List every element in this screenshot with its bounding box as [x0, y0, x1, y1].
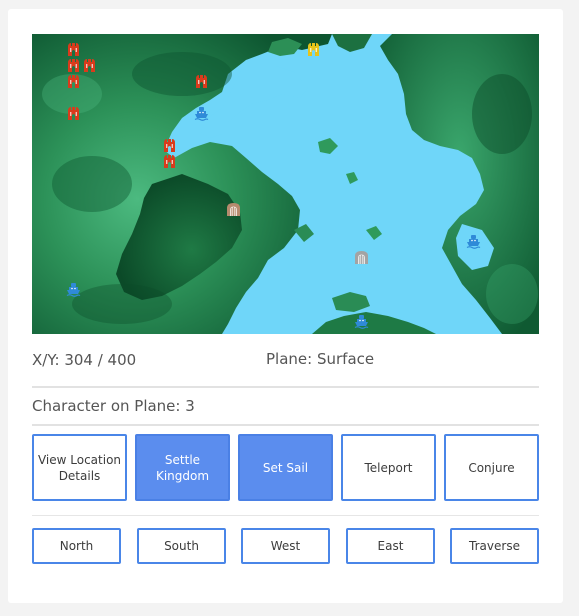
- conjure-button[interactable]: Conjure: [444, 434, 539, 501]
- yellow-castle-icon[interactable]: [306, 42, 321, 57]
- move-east-button[interactable]: East: [346, 528, 435, 564]
- map-terrain: [32, 34, 539, 334]
- game-panel: X/Y: 304 / 400 Plane: Surface Character …: [8, 9, 563, 603]
- red-castle-icon-4[interactable]: [66, 74, 81, 89]
- set-sail-button[interactable]: Set Sail: [238, 434, 333, 501]
- red-castle-icon-5[interactable]: [66, 106, 81, 121]
- move-south-button[interactable]: South: [137, 528, 226, 564]
- red-castle-icon-1[interactable]: [66, 42, 81, 57]
- divider: [32, 386, 539, 388]
- move-west-button[interactable]: West: [241, 528, 330, 564]
- traverse-button[interactable]: Traverse: [450, 528, 539, 564]
- red-castle-icon-3[interactable]: [82, 58, 97, 73]
- divider: [32, 515, 539, 516]
- move-north-button[interactable]: North: [32, 528, 121, 564]
- red-castle-icon-7[interactable]: [162, 138, 177, 153]
- player-location-icon[interactable]: [226, 202, 241, 217]
- teleport-button[interactable]: Teleport: [341, 434, 436, 501]
- settle-kingdom-button[interactable]: Settle Kingdom: [135, 434, 230, 501]
- blue-ship-icon-4[interactable]: [354, 314, 369, 329]
- red-castle-icon-6[interactable]: [194, 74, 209, 89]
- blue-ship-icon-1[interactable]: [194, 106, 209, 121]
- view-location-details-button[interactable]: View Location Details: [32, 434, 127, 501]
- blue-ship-icon-2[interactable]: [466, 234, 481, 249]
- red-castle-icon-8[interactable]: [162, 154, 177, 169]
- plane-readout: Plane: Surface: [266, 350, 375, 368]
- red-castle-icon-2[interactable]: [66, 58, 81, 73]
- character-count: Character on Plane: 3: [32, 397, 195, 415]
- divider: [32, 424, 539, 426]
- blue-ship-icon-3[interactable]: [66, 282, 81, 297]
- grey-gate-icon[interactable]: [354, 250, 369, 265]
- game-map[interactable]: [32, 34, 539, 334]
